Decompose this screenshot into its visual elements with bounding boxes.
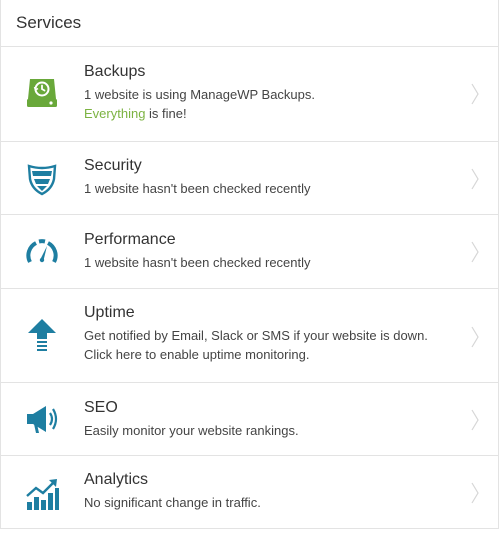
service-row-analytics[interactable]: Analytics No significant change in traff… bbox=[1, 456, 498, 530]
service-text: Analytics No significant change in traff… bbox=[84, 470, 458, 512]
service-name: SEO bbox=[84, 399, 118, 416]
service-row-security[interactable]: Security 1 website hasn't been checked r… bbox=[1, 142, 498, 215]
megaphone-icon bbox=[24, 401, 60, 437]
chevron-right-icon bbox=[470, 408, 480, 432]
service-name: Security bbox=[84, 157, 142, 174]
service-text: Security 1 website hasn't been checked r… bbox=[84, 156, 458, 198]
panel-title: Services bbox=[16, 13, 82, 32]
service-description: 1 website hasn't been checked recently bbox=[84, 181, 311, 196]
service-description: 1 website is using ManageWP Backups. bbox=[84, 87, 315, 102]
speedometer-icon bbox=[24, 234, 60, 270]
chevron-right-icon bbox=[470, 325, 480, 349]
service-name: Performance bbox=[84, 231, 176, 248]
shield-icon bbox=[24, 161, 60, 197]
service-name: Uptime bbox=[84, 304, 135, 321]
service-row-backups[interactable]: Backups 1 website is using ManageWP Back… bbox=[1, 47, 498, 142]
chevron-right-icon bbox=[470, 240, 480, 264]
status-rest: is fine! bbox=[145, 106, 187, 121]
hard-drive-clock-icon bbox=[24, 75, 60, 111]
arrow-up-icon bbox=[24, 317, 60, 353]
service-row-performance[interactable]: Performance 1 website hasn't been checke… bbox=[1, 215, 498, 289]
service-description: No significant change in traffic. bbox=[84, 495, 261, 510]
chevron-right-icon bbox=[470, 481, 480, 505]
service-status: Everything is fine! bbox=[84, 104, 458, 123]
enable-uptime-link[interactable]: Click here to enable uptime monitoring. bbox=[84, 345, 458, 364]
service-text: Backups 1 website is using ManageWP Back… bbox=[84, 62, 458, 123]
service-description: Easily monitor your website rankings. bbox=[84, 423, 299, 438]
service-description: Get notified by Email, Slack or SMS if y… bbox=[84, 328, 428, 343]
services-panel: Services Backups 1 website is using Mana… bbox=[0, 0, 499, 529]
service-text: Uptime Get notified by Email, Slack or S… bbox=[84, 303, 458, 364]
service-text: SEO Easily monitor your website rankings… bbox=[84, 398, 458, 440]
service-text: Performance 1 website hasn't been checke… bbox=[84, 230, 458, 272]
service-row-seo[interactable]: SEO Easily monitor your website rankings… bbox=[1, 383, 498, 456]
service-name: Analytics bbox=[84, 471, 149, 488]
service-description: 1 website hasn't been checked recently bbox=[84, 255, 311, 270]
chevron-right-icon bbox=[470, 82, 480, 106]
status-ok-word: Everything bbox=[84, 106, 146, 121]
chevron-right-icon bbox=[470, 167, 480, 191]
service-name: Backups bbox=[84, 63, 146, 80]
bar-chart-trend-icon bbox=[24, 476, 60, 512]
panel-header: Services bbox=[1, 0, 498, 47]
service-row-uptime[interactable]: Uptime Get notified by Email, Slack or S… bbox=[1, 289, 498, 383]
